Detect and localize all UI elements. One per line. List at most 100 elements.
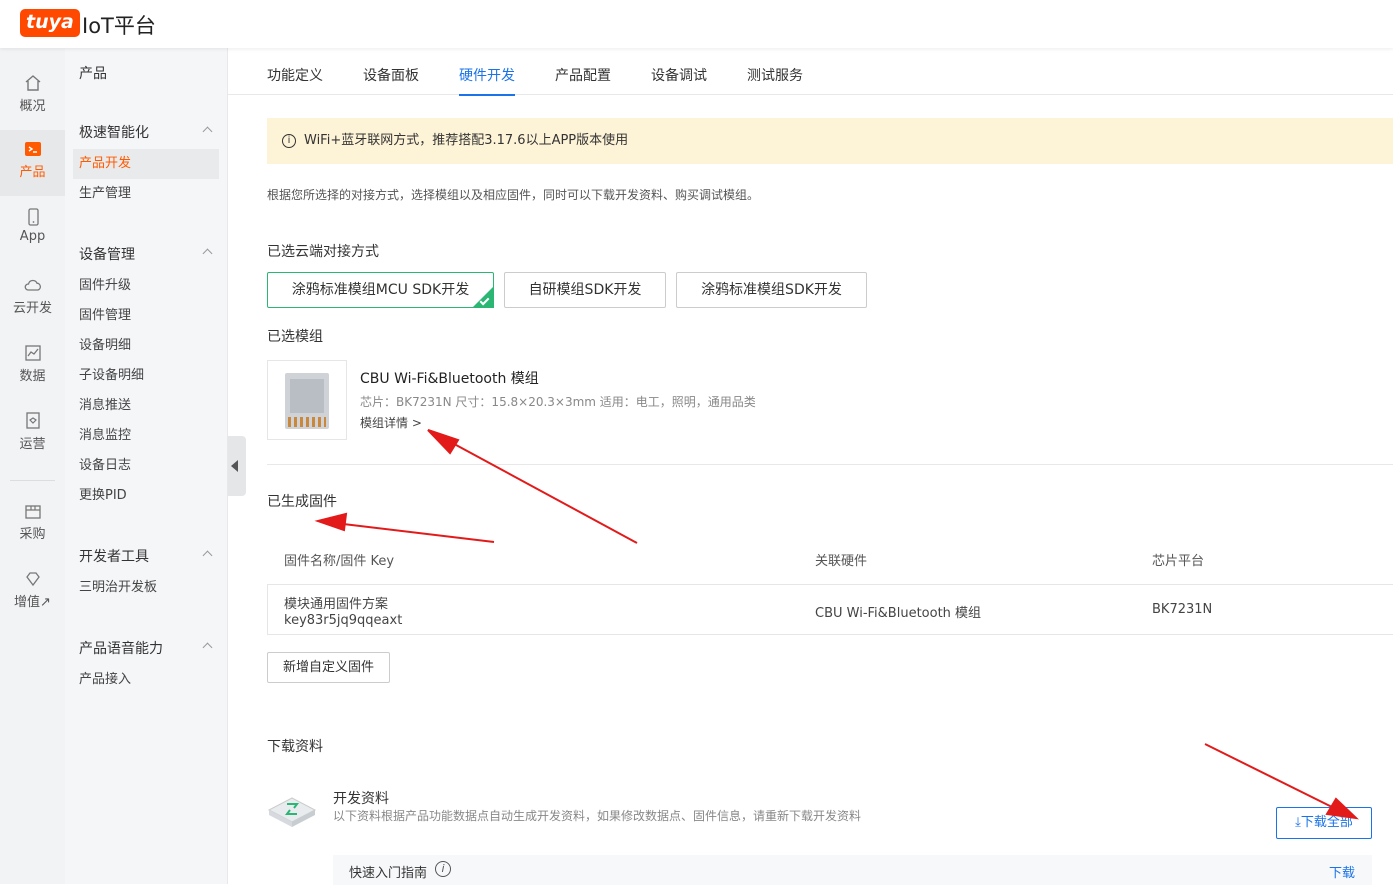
collapse-menu-button[interactable] <box>228 436 246 496</box>
rail-item-label: App <box>19 229 46 244</box>
platform-title: IoT平台 <box>82 14 156 38</box>
phone-icon <box>27 208 39 226</box>
tab-test-service[interactable]: 测试服务 <box>747 65 803 94</box>
menu-item-product-dev[interactable]: 产品开发 <box>73 149 219 179</box>
column-header-chip: 芯片平台 <box>1152 554 1205 569</box>
menu-title: 产品 <box>79 66 107 82</box>
box-icon <box>24 505 41 519</box>
module-spec: 芯片：BK7231N 尺寸：15.8×20.3×3mm 适用：电工，照明，通用品… <box>360 395 756 409</box>
chart-icon <box>24 345 41 361</box>
home-icon <box>25 75 40 91</box>
tab-bar: 功能定义 设备面板 硬件开发 产品配置 设备调试 测试服务 <box>228 48 1393 96</box>
menu-group-dev-tools[interactable]: 开发者工具 <box>79 546 149 566</box>
menu-item-change-pid[interactable]: 更换PID <box>73 481 219 511</box>
firmware-chip: BK7231N <box>1152 602 1213 617</box>
annotation-arrowhead <box>427 429 460 455</box>
column-header-firmware: 固件名称/固件 Key <box>284 554 395 569</box>
menu-item-firmware-upgrade[interactable]: 固件升级 <box>73 271 219 301</box>
firmware-hardware: CBU Wi-Fi&Bluetooth 模组 <box>815 606 982 621</box>
add-custom-firmware-button[interactable]: 新增自定义固件 <box>267 652 390 683</box>
menu-item-production[interactable]: 生产管理 <box>73 179 219 209</box>
product-menu: 产品 极速智能化 产品开发 生产管理 设备管理 固件升级 固件管理 设备明细 子… <box>65 48 228 884</box>
menu-item-sandwich-board[interactable]: 三明治开发板 <box>73 573 219 603</box>
rail-item-label: 增值↗ <box>14 595 51 610</box>
menu-item-firmware-mgmt[interactable]: 固件管理 <box>73 301 219 331</box>
column-header-hardware: 关联硬件 <box>815 554 868 569</box>
option-own-module-sdk[interactable]: 自研模组SDK开发 <box>504 272 666 308</box>
chevron-up-icon[interactable] <box>202 642 213 653</box>
tab-function-definition[interactable]: 功能定义 <box>267 65 323 94</box>
info-icon: i <box>282 134 296 148</box>
rail-item-cloud-dev[interactable]: 云开发 <box>0 266 65 332</box>
terminal-icon <box>24 142 41 156</box>
rail-item-product[interactable]: 产品 <box>0 130 65 196</box>
rail-item-operations[interactable]: 运营 <box>0 402 65 468</box>
dev-docs-description: 以下资料根据产品功能数据点自动生成开发资料，如果修改数据点、固件信息，请重新下载… <box>333 809 862 823</box>
chevron-up-icon[interactable] <box>202 550 213 561</box>
menu-group-device-mgmt[interactable]: 设备管理 <box>79 244 135 264</box>
rail-divider <box>10 480 55 481</box>
annotation-arrow <box>1204 743 1339 811</box>
download-all-label: 下载全部 <box>1300 815 1353 830</box>
rail-item-app[interactable]: App <box>0 198 65 264</box>
section-title-firmware: 已生成固件 <box>267 494 337 510</box>
dev-docs-icon <box>267 797 317 827</box>
rail-item-data[interactable]: 数据 <box>0 334 65 400</box>
menu-item-device-detail[interactable]: 设备明细 <box>73 331 219 361</box>
section-title-cloud: 已选云端对接方式 <box>267 244 379 260</box>
guide-download-link[interactable]: 下载 <box>1329 862 1355 881</box>
firmware-key: key83r5jq9qqeaxt <box>284 613 403 628</box>
list-item: 快速入门指南 i 下载 <box>333 855 1372 885</box>
dev-docs-title: 开发资料 <box>333 791 389 807</box>
module-image <box>267 360 347 440</box>
chevron-up-icon[interactable] <box>202 126 213 137</box>
tab-device-panel[interactable]: 设备面板 <box>363 65 419 94</box>
option-label: 涂鸦标准模组SDK开发 <box>701 282 842 298</box>
annotation-arrowhead <box>314 512 348 532</box>
chevron-up-icon[interactable] <box>202 248 213 259</box>
firmware-name: 模块通用固件方案 <box>284 597 389 612</box>
section-title-download: 下载资料 <box>267 739 323 755</box>
annotation-arrow <box>334 522 495 543</box>
annotation-arrow <box>444 438 638 544</box>
rail-item-overview[interactable]: 概况 <box>0 64 65 130</box>
menu-group-voice[interactable]: 产品语音能力 <box>79 638 163 658</box>
guide-label: 快速入门指南 <box>349 866 428 881</box>
primary-nav-rail: 概况 产品 App 云开发 数据 运营 采购 增值↗ <box>0 48 65 884</box>
section-title-module: 已选模组 <box>267 329 323 345</box>
page-description: 根据您所选择的对接方式，选择模组以及相应固件，同时可以下载开发资料、购买调试模组… <box>267 188 760 202</box>
module-detail-link[interactable]: 模组详情 > <box>360 414 422 431</box>
tuya-logo[interactable]: tuya <box>20 9 80 37</box>
menu-item-product-access[interactable]: 产品接入 <box>73 665 219 695</box>
rail-item-label: 采购 <box>19 527 46 542</box>
rail-item-label: 产品 <box>19 165 46 180</box>
help-icon[interactable]: i <box>435 861 451 877</box>
download-all-button[interactable]: ⤓下载全部 <box>1276 807 1372 839</box>
rail-item-label: 运营 <box>19 437 46 452</box>
tab-hardware-dev[interactable]: 硬件开发 <box>459 65 515 96</box>
notice-text: WiFi+蓝牙联网方式，推荐搭配3.17.6以上APP版本使用 <box>304 133 629 148</box>
rail-item-label: 数据 <box>19 369 46 384</box>
option-standard-module-sdk[interactable]: 涂鸦标准模组SDK开发 <box>676 272 867 308</box>
menu-item-device-log[interactable]: 设备日志 <box>73 451 219 481</box>
diamond-icon <box>25 572 40 587</box>
cloud-icon <box>24 279 41 291</box>
divider <box>267 464 1393 465</box>
tab-device-debug[interactable]: 设备调试 <box>651 65 707 94</box>
option-label: 涂鸦标准模组MCU SDK开发 <box>291 282 470 298</box>
table-row[interactable]: 模块通用固件方案 key83r5jq9qqeaxt CBU Wi-Fi&Blue… <box>267 584 1393 635</box>
menu-item-subdevice-detail[interactable]: 子设备明细 <box>73 361 219 391</box>
option-mcu-sdk[interactable]: 涂鸦标准模组MCU SDK开发 <box>267 272 494 308</box>
rail-item-label: 概况 <box>19 99 46 114</box>
tab-product-config[interactable]: 产品配置 <box>555 65 611 94</box>
module-name: CBU Wi-Fi&Bluetooth 模组 <box>360 371 539 387</box>
notice-banner: i WiFi+蓝牙联网方式，推荐搭配3.17.6以上APP版本使用 <box>267 118 1393 164</box>
rail-item-purchase[interactable]: 采购 <box>0 492 65 558</box>
rail-item-label: 云开发 <box>12 301 52 316</box>
menu-item-message-monitor[interactable]: 消息监控 <box>73 421 219 451</box>
top-bar: tuya IoT平台 <box>0 0 1393 48</box>
menu-group-fast-smart[interactable]: 极速智能化 <box>79 122 149 142</box>
menu-item-message-push[interactable]: 消息推送 <box>73 391 219 421</box>
rail-item-value-added[interactable]: 增值↗ <box>0 560 65 626</box>
option-label: 自研模组SDK开发 <box>528 282 642 298</box>
